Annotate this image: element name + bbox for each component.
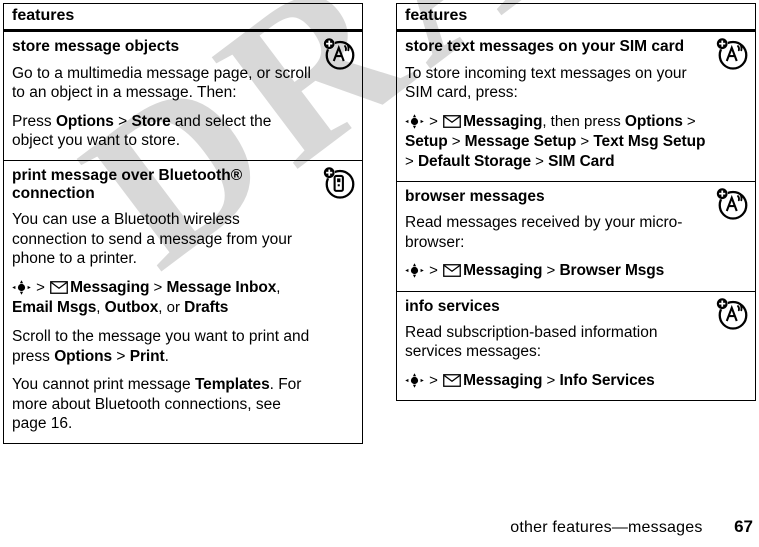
feature-heading: store message objects xyxy=(12,38,180,56)
footer-title: other features—messages xyxy=(510,519,703,536)
inline-text: > xyxy=(32,278,50,296)
softkey-label: Email Msgs xyxy=(12,298,97,316)
envelope-icon xyxy=(443,373,462,387)
phone-device-icon xyxy=(323,166,355,199)
feature-paragraph: Press Options > Store and select the obj… xyxy=(12,112,316,151)
nav-key-icon xyxy=(12,280,31,295)
feature-paragraph: Go to a multimedia message page, or scro… xyxy=(12,64,311,102)
softkey-label: Templates xyxy=(194,376,270,394)
feature-paragraph: You cannot print message Templates. For … xyxy=(12,375,316,434)
softkey-label: Text Msg Setup xyxy=(593,132,706,150)
features-column-right: features store text messages on your SIM … xyxy=(396,3,756,402)
inline-text: > xyxy=(425,371,443,389)
inline-text: > xyxy=(149,278,167,296)
nav-key-icon xyxy=(405,373,424,388)
envelope-icon xyxy=(443,114,462,128)
inline-text: > xyxy=(531,152,549,170)
menu-path: > Messaging > Info Services xyxy=(405,371,709,391)
softkey-label: Messaging xyxy=(463,112,543,130)
softkey-label: Options xyxy=(54,347,113,365)
softkey-label: Print xyxy=(129,347,165,365)
feature-heading: info services xyxy=(405,297,500,315)
inline-text: > xyxy=(405,152,418,170)
softkey-label: Options xyxy=(55,112,114,130)
menu-path: > Messaging, then press Options > Setup … xyxy=(405,112,709,172)
inline-text: , xyxy=(96,298,105,316)
feature-heading: print message over Bluetooth® connection xyxy=(12,166,243,203)
inline-text: > xyxy=(113,112,132,130)
features-table-header: features xyxy=(4,4,362,33)
softkey-label: Browser Msgs xyxy=(559,262,665,280)
softkey-label: Info Services xyxy=(559,371,655,389)
network-antenna-icon xyxy=(716,38,748,71)
envelope-icon xyxy=(443,264,462,278)
softkey-label: Messaging xyxy=(70,278,150,296)
inline-text: . xyxy=(164,347,169,365)
nav-key-icon xyxy=(405,113,424,129)
feature-row: browser messages Read messages received b… xyxy=(397,182,755,292)
features-column-left: features store message objects Go to a mul… xyxy=(3,3,363,444)
feature-paragraph: You can use a Bluetooth wireless connect… xyxy=(12,211,293,268)
feature-paragraph: Read subscription-based information serv… xyxy=(405,323,658,361)
nav-key-icon xyxy=(405,263,424,279)
inline-text: > xyxy=(682,112,696,130)
softkey-label: Messaging xyxy=(463,262,543,280)
network-antenna-icon xyxy=(323,38,355,71)
inline-text: > xyxy=(542,371,560,389)
feature-row: store message objects Go to a multimedia … xyxy=(4,32,362,161)
softkey-label: Setup xyxy=(405,132,448,150)
softkey-label: Message Setup xyxy=(464,132,577,150)
menu-path: > Messaging > Message Inbox, Email Msgs,… xyxy=(12,278,316,318)
feature-row: print message over Bluetooth® connection… xyxy=(4,161,362,443)
manual-page: features store message objects Go to a mul… xyxy=(0,0,759,547)
inline-text: , then press xyxy=(542,112,625,130)
network-antenna-icon xyxy=(716,297,748,330)
inline-text: > xyxy=(425,262,443,280)
features-table-header: features xyxy=(397,4,755,33)
softkey-label: Default Storage xyxy=(417,152,531,170)
softkey-label: Messaging xyxy=(463,371,543,389)
footer-page-number: 67 xyxy=(734,517,753,536)
inline-text: , or xyxy=(158,298,185,316)
softkey-label: Options xyxy=(624,112,683,130)
features-table: features store message objects Go to a mul… xyxy=(3,3,363,444)
feature-heading: store text messages on your SIM card xyxy=(405,38,685,56)
inline-text: > xyxy=(576,132,594,150)
inline-text: > xyxy=(112,347,130,365)
feature-paragraph: Scroll to the message you want to print … xyxy=(12,327,316,366)
feature-paragraph: Read messages received by your micro-bro… xyxy=(405,214,683,251)
softkey-label: SIM Card xyxy=(548,152,615,170)
features-table: features store text messages on your SIM … xyxy=(396,3,756,402)
inline-text: > xyxy=(425,112,443,130)
network-antenna-icon xyxy=(716,187,748,220)
inline-text: > xyxy=(542,262,560,280)
envelope-icon xyxy=(50,280,69,294)
feature-heading: browser messages xyxy=(405,188,545,206)
softkey-label: Outbox xyxy=(104,298,159,316)
softkey-label: Drafts xyxy=(184,298,229,316)
softkey-label: Store xyxy=(131,112,171,130)
feature-row: store text messages on your SIM card To s… xyxy=(397,32,755,183)
menu-path: > Messaging > Browser Msgs xyxy=(405,261,709,281)
inline-text: > xyxy=(447,132,465,150)
inline-text: Press xyxy=(12,112,56,130)
page-footer: other features—messages 67 xyxy=(0,517,759,537)
inline-text: , xyxy=(276,278,281,296)
inline-text: You cannot print message xyxy=(12,376,195,394)
feature-row: info services Read subscription-based inf… xyxy=(397,292,755,400)
softkey-label: Message Inbox xyxy=(166,278,277,296)
feature-paragraph: To store incoming text messages on your … xyxy=(405,64,687,102)
